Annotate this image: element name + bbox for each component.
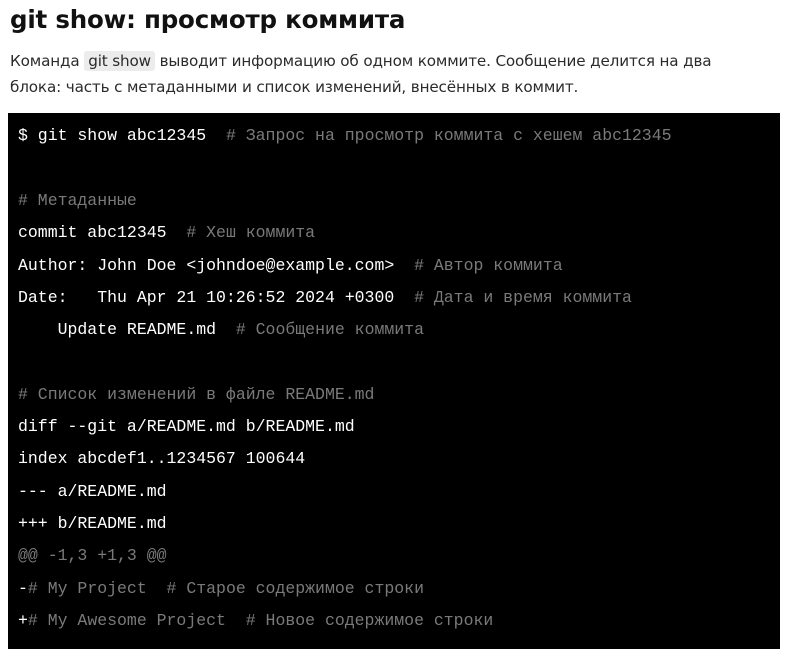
intro-text-after: выводит информацию об одном коммите. Соо… [154, 52, 712, 70]
code-line-message: Update README.md # Сообщение коммита [18, 320, 424, 340]
code-line-diff-header: diff --git a/README.md b/README.md [18, 417, 355, 437]
code-line-author: Author: John Doe <johndoe@example.com> #… [18, 256, 563, 276]
intro-line-1: Команда git show выводит информацию об о… [10, 48, 782, 74]
intro-text-before: Команда [10, 52, 85, 70]
code-line-hunk-header: @@ -1,3 +1,3 @@ [18, 546, 167, 566]
code-text: Update README.md [18, 320, 217, 339]
code-comment: # Список изменений в файле README.md [18, 385, 375, 404]
code-line-commit: commit abc12345 # Хеш коммита [18, 223, 315, 243]
code-text: commit abc12345 [18, 223, 167, 242]
code-comment: # Дата и время коммита [394, 288, 632, 307]
code-text: diff --git a/README.md b/README.md [18, 417, 355, 436]
code-comment: # My Project # Старое содержимое строки [27, 579, 424, 598]
code-line-index: index abcdef1..1234567 100644 [18, 449, 305, 469]
code-comment: @@ -1,3 +1,3 @@ [18, 546, 167, 565]
code-text: +++ b/README.md [18, 514, 167, 533]
code-block: $ git show abc12345 # Запрос на просмотр… [8, 113, 780, 649]
code-line-command: $ git show abc12345 # Запрос на просмотр… [18, 126, 672, 146]
code-line-changes-heading: # Список изменений в файле README.md [18, 385, 374, 405]
code-comment: # Хеш коммита [166, 223, 316, 242]
code-text: --- a/README.md [18, 482, 167, 501]
code-line-old-file: --- a/README.md [18, 482, 167, 502]
code-comment: # Сообщение коммита [216, 320, 424, 339]
code-line-removed: -# My Project # Старое содержимое строки [18, 579, 424, 599]
code-text: index abcdef1..1234567 100644 [18, 449, 306, 468]
code-line-added: +# My Awesome Project # Новое содержимое… [18, 611, 493, 631]
code-line-date: Date: Thu Apr 21 10:26:52 2024 +0300 # Д… [18, 288, 632, 308]
code-comment: # Автор коммита [394, 256, 563, 275]
code-comment: # Метаданные [18, 191, 137, 210]
intro-paragraph: Команда git show выводит информацию об о… [10, 48, 782, 100]
page-title: git show: просмотр коммита [10, 5, 406, 34]
code-text: - [18, 579, 28, 598]
code-line-metadata-heading: # Метаданные [18, 191, 137, 211]
code-comment: # My Awesome Project # Новое содержимое … [27, 611, 494, 630]
code-line-new-file: +++ b/README.md [18, 514, 167, 534]
code-text: $ git show abc12345 [18, 126, 207, 145]
code-text: Date: Thu Apr 21 10:26:52 2024 +0300 [18, 288, 395, 307]
code-text: Author: John Doe <johndoe@example.com> [18, 256, 395, 275]
code-comment: # Запрос на просмотр коммита с хешем abc… [206, 126, 672, 145]
inline-code-git-show: git show [84, 51, 155, 71]
code-text: + [18, 611, 28, 630]
intro-line-2: блока: часть с метаданными и список изме… [10, 78, 579, 96]
